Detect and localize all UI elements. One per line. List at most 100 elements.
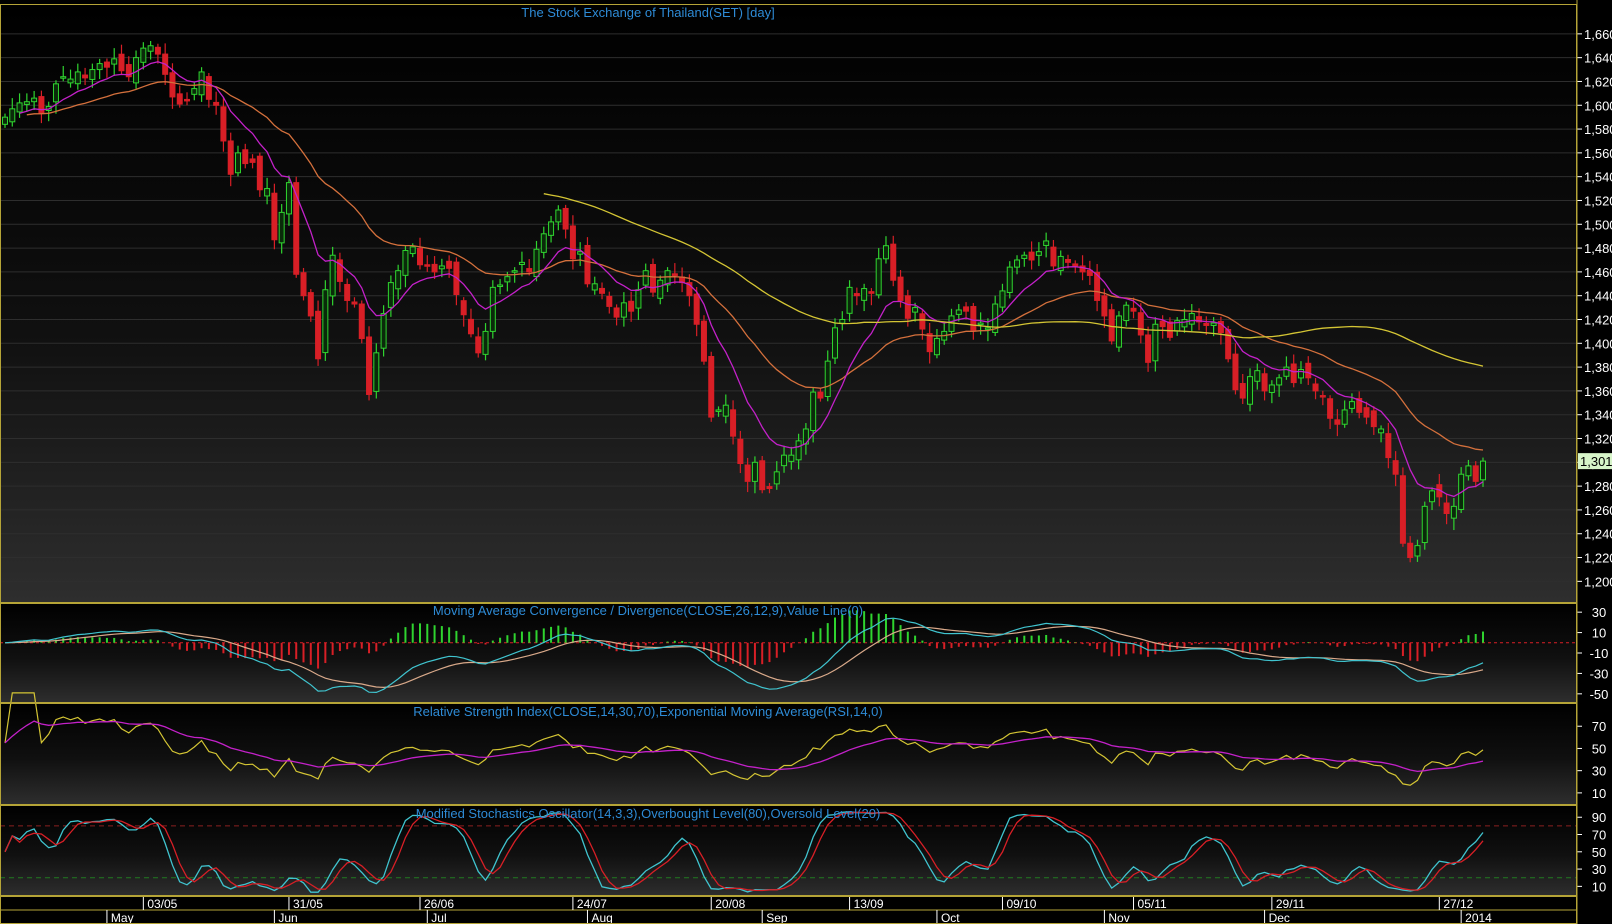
candle-up [1181, 318, 1188, 328]
rsi-y-tick-label: 30 [1592, 764, 1606, 779]
candle-up [810, 391, 817, 432]
candle-down [919, 313, 926, 330]
main-y-tick-label: 1,460 [1584, 265, 1612, 280]
candle-down [205, 76, 212, 100]
candle-up [497, 284, 504, 287]
candle-up [1283, 366, 1290, 377]
stoch-y-tick-label: 90 [1592, 810, 1606, 825]
candle-down [154, 46, 161, 55]
candle-up [1429, 490, 1436, 503]
candle-down [868, 291, 875, 294]
x-date-tick-label: 05/11 [1138, 897, 1167, 911]
candle-down [1137, 312, 1144, 336]
candle-down [242, 149, 249, 165]
candle-up [482, 330, 489, 355]
candle-up [751, 461, 758, 482]
candle-down [1407, 542, 1414, 559]
last-price-label: 1,301 [1580, 454, 1612, 469]
x-date-tick-label: 24/07 [577, 897, 607, 911]
candle-down [227, 140, 234, 175]
x-month-tick-label: Sep [766, 911, 788, 924]
candle-down [613, 307, 620, 318]
candle-up [1123, 304, 1130, 322]
stoch-y-tick-label: 50 [1592, 845, 1606, 860]
candle-down [606, 295, 613, 307]
candle-down [1050, 246, 1057, 267]
main-y-tick-label: 1,320 [1584, 432, 1612, 447]
macd-y-tick-label: 10 [1592, 626, 1606, 641]
candle-down [118, 53, 125, 72]
candle-up [322, 289, 329, 354]
candle-up [933, 338, 940, 356]
candle-up [1210, 322, 1217, 326]
rsi-y-tick-label: 70 [1592, 719, 1606, 734]
candle-down [569, 225, 576, 260]
candle-down [1261, 373, 1268, 392]
candle-up [2, 116, 8, 125]
candle-down [904, 295, 911, 319]
candle-up [89, 69, 96, 80]
candle-down [1290, 363, 1297, 384]
candle-up [1014, 259, 1021, 268]
candle-down [693, 293, 700, 325]
candle-up [548, 221, 555, 236]
candle-down [249, 158, 256, 163]
candle-up [781, 454, 788, 467]
candle-down [38, 96, 45, 115]
main-y-tick-label: 1,420 [1584, 312, 1612, 327]
candle-down [424, 264, 431, 267]
candle-up [16, 102, 23, 113]
x-month-tick-label: May [111, 911, 134, 924]
candle-up [1421, 505, 1428, 544]
candle-down [1232, 353, 1239, 391]
candle-down [475, 336, 482, 354]
x-date-tick-label: 27/12 [1443, 897, 1473, 911]
candle-down [817, 391, 824, 399]
candle-down [1443, 502, 1450, 514]
candle-up [191, 88, 198, 95]
candle-up [1006, 266, 1013, 293]
candle-up [1021, 254, 1028, 259]
candle-down [220, 106, 227, 142]
set-chart: 1,660 1,640 1,620 1,600 1,580 1,560 1,540 1,520… [0, 0, 1612, 924]
candle-down [1072, 263, 1079, 267]
candle-down [176, 93, 183, 105]
main-chart-title: The Stock Exchange of Thailand(SET) [day… [521, 5, 774, 20]
stoch-title: Modified Stochastics Oscillator(14,3,3),… [416, 806, 881, 821]
main-y-tick-label: 1,380 [1584, 360, 1612, 375]
candle-up [373, 352, 380, 392]
candle-up [387, 282, 394, 308]
stoch-y-tick-label: 30 [1592, 862, 1606, 877]
candle-down [271, 192, 278, 241]
candle-down [213, 101, 220, 106]
candle-up [1276, 377, 1283, 386]
candle-down [737, 438, 744, 465]
candle-down [730, 409, 737, 437]
candle-down [1370, 410, 1377, 428]
candle-down [1319, 395, 1326, 398]
x-month-tick-label: Jun [278, 911, 297, 924]
candle-down [628, 300, 635, 312]
candle-down [562, 207, 569, 230]
macd-title: Moving Average Convergence / Divergence(… [433, 603, 863, 618]
candle-down [1385, 433, 1392, 459]
rsi-y-tick-label: 50 [1592, 741, 1606, 756]
candle-up [198, 71, 205, 96]
candle-down [169, 72, 176, 98]
candle-down [1363, 407, 1370, 418]
main-y-tick-label: 1,440 [1584, 289, 1612, 304]
x-month-tick-label: 2014 [1465, 911, 1492, 924]
candle-down [1108, 309, 1115, 342]
candle-up [518, 261, 525, 266]
x-date-tick-label: 13/09 [854, 897, 884, 911]
x-date-tick-label: 26/06 [424, 897, 454, 911]
candle-down [890, 243, 897, 281]
main-y-tick-label: 1,480 [1584, 241, 1612, 256]
candle-down [1399, 475, 1406, 544]
candle-up [912, 307, 919, 313]
main-y-tick-label: 1,360 [1584, 384, 1612, 399]
stoch-y-tick-label: 10 [1592, 879, 1606, 894]
candle-up [715, 409, 722, 412]
candle-down [1028, 251, 1035, 261]
candle-down [1130, 307, 1137, 312]
